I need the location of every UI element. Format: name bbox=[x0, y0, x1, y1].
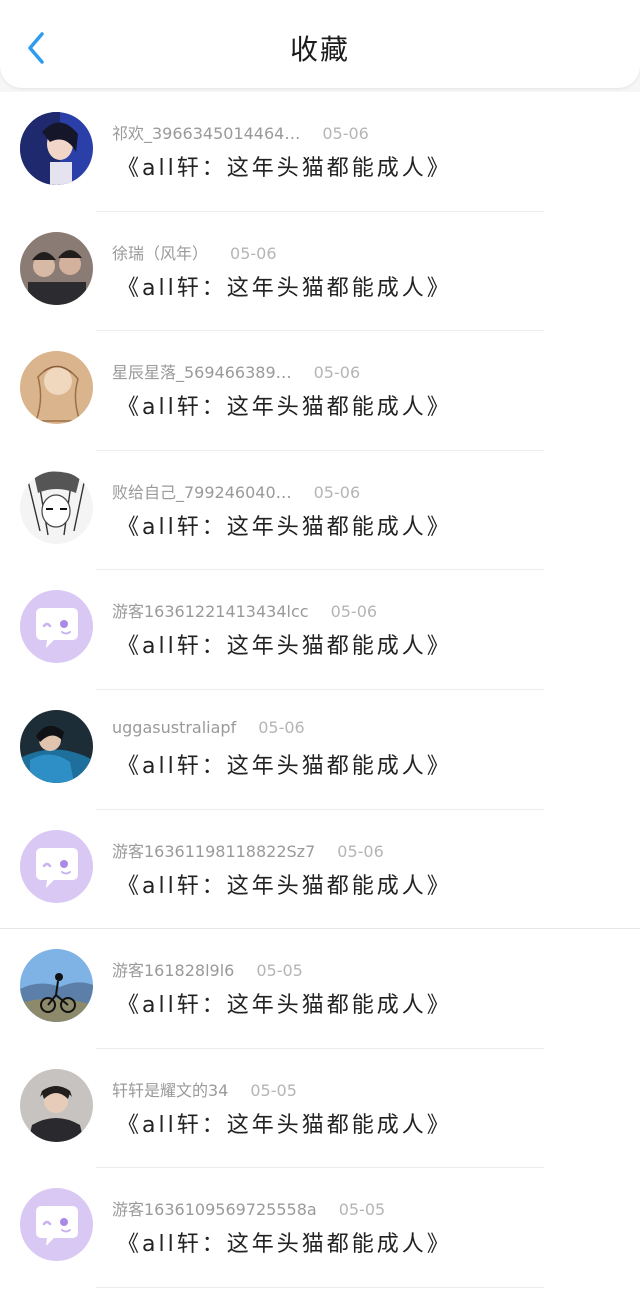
item-meta: 游客1636109569725558a 05-05 bbox=[112, 1196, 385, 1220]
avatar-photo-icon bbox=[20, 949, 93, 1023]
item-date: 05-05 bbox=[250, 1080, 297, 1100]
item-title[interactable]: 《all轩：这年头猫都能成人》 bbox=[117, 628, 452, 660]
page-title: 收藏 bbox=[289, 33, 350, 66]
item-meta: 祁欢_3966345014464… 05-06 bbox=[112, 120, 369, 144]
list-item[interactable]: uggasustraliapf 05-06 《all轩：这年头猫都能成人》 bbox=[0, 690, 640, 810]
item-date: 05-06 bbox=[330, 602, 378, 622]
author-name[interactable]: 星辰星落_569466389… bbox=[112, 363, 292, 382]
author-name[interactable]: 轩轩是耀文的34 bbox=[112, 1081, 228, 1100]
item-date: 05-06 bbox=[313, 363, 361, 383]
item-title[interactable]: 《all轩：这年头猫都能成人》 bbox=[117, 987, 452, 1019]
list-item[interactable]: 轩轩是耀文的34 05-05 《all轩：这年头猫都能成人》 bbox=[0, 1049, 640, 1169]
avatar-photo-icon bbox=[20, 112, 93, 185]
default-chat-avatar-icon bbox=[20, 1188, 93, 1262]
item-date: 05-06 bbox=[322, 124, 369, 143]
item-meta: 游客161828l9l6 05-05 bbox=[112, 957, 303, 981]
item-meta: 轩轩是耀文的34 05-05 bbox=[112, 1077, 297, 1101]
avatar-photo-icon bbox=[20, 1068, 93, 1142]
item-meta: uggasustraliapf 05-06 bbox=[112, 718, 305, 737]
list-item[interactable]: 游客1636109569725558a 05-05 《all轩：这年头猫都能成人》 bbox=[0, 1168, 640, 1288]
item-date: 05-06 bbox=[230, 243, 277, 263]
author-name[interactable]: 祁欢_3966345014464… bbox=[112, 124, 300, 143]
author-name[interactable]: 游客16361198118822Sz7 bbox=[112, 842, 315, 861]
favorites-list: 祁欢_3966345014464… 05-06 《all轩：这年头猫都能成人》 徐… bbox=[0, 92, 640, 1297]
divider bbox=[96, 1286, 544, 1288]
list-item[interactable]: 败给自己_799246040… 05-06 《all轩：这年头猫都能成人》 bbox=[0, 451, 640, 571]
item-meta: 徐瑞（风年） 05-06 bbox=[112, 240, 277, 264]
item-title[interactable]: 《all轩：这年头猫都能成人》 bbox=[117, 389, 452, 421]
list-item[interactable]: 游客16361221413434lcc 05-06 《all轩：这年头猫都能成人》 bbox=[0, 570, 640, 690]
item-meta: 星辰星落_569466389… 05-06 bbox=[112, 359, 360, 383]
item-title[interactable]: 《all轩：这年头猫都能成人》 bbox=[117, 509, 452, 541]
item-date: 05-05 bbox=[338, 1200, 386, 1220]
list-item[interactable]: 游客161828l9l6 05-05 《all轩：这年头猫都能成人》 bbox=[0, 929, 640, 1049]
item-meta: 游客16361198118822Sz7 05-06 bbox=[112, 838, 384, 862]
avatar-photo-icon bbox=[20, 231, 93, 305]
list-item[interactable]: 徐瑞（风年） 05-06 《all轩：这年头猫都能成人》 bbox=[0, 212, 640, 332]
list-item[interactable]: 星辰星落_569466389… 05-06 《all轩：这年头猫都能成人》 bbox=[0, 331, 640, 451]
item-title[interactable]: 《all轩：这年头猫都能成人》 bbox=[117, 270, 452, 302]
item-title[interactable]: 《all轩：这年头猫都能成人》 bbox=[117, 748, 452, 780]
list-item[interactable]: 祁欢_3966345014464… 05-06 《all轩：这年头猫都能成人》 bbox=[0, 92, 640, 212]
item-title[interactable]: 《all轩：这年头猫都能成人》 bbox=[117, 150, 452, 182]
avatar-photo-icon bbox=[20, 470, 93, 544]
author-name[interactable]: 游客1636109569725558a bbox=[112, 1200, 317, 1219]
top-bar: 收藏 bbox=[0, 0, 640, 88]
author-name[interactable]: uggasustraliapf bbox=[112, 718, 236, 737]
avatar-photo-icon bbox=[20, 709, 93, 783]
author-name[interactable]: 败给自己_799246040… bbox=[112, 483, 292, 502]
item-date: 05-06 bbox=[337, 841, 384, 861]
default-chat-avatar-icon bbox=[20, 590, 93, 664]
item-title[interactable]: 《all轩：这年头猫都能成人》 bbox=[117, 868, 452, 900]
item-meta: 游客16361221413434lcc 05-06 bbox=[112, 598, 377, 622]
list-item[interactable]: 游客16361198118822Sz7 05-06 《all轩：这年头猫都能成人》 bbox=[0, 810, 640, 930]
item-date: 05-06 bbox=[313, 482, 361, 502]
default-chat-avatar-icon bbox=[20, 829, 93, 903]
author-name[interactable]: 游客16361221413434lcc bbox=[112, 602, 309, 621]
avatar-photo-icon bbox=[20, 351, 93, 425]
item-date: 05-06 bbox=[258, 717, 305, 737]
item-meta: 败给自己_799246040… 05-06 bbox=[112, 479, 360, 503]
item-date: 05-05 bbox=[256, 961, 303, 981]
item-title[interactable]: 《all轩：这年头猫都能成人》 bbox=[117, 1226, 452, 1258]
item-title[interactable]: 《all轩：这年头猫都能成人》 bbox=[117, 1107, 452, 1139]
author-name[interactable]: 徐瑞（风年） bbox=[112, 244, 208, 263]
author-name[interactable]: 游客161828l9l6 bbox=[112, 961, 234, 980]
